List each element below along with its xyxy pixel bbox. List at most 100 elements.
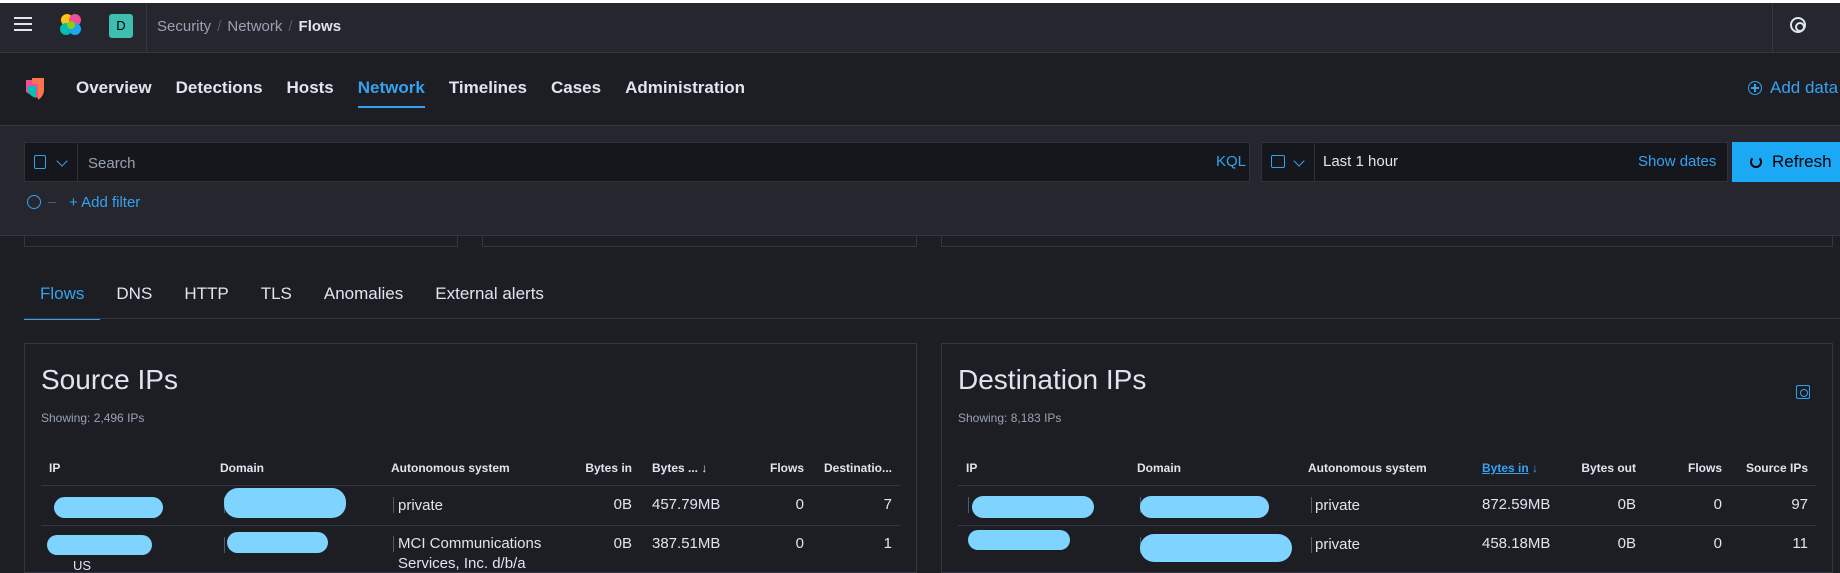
column-ip[interactable]: IP: [49, 461, 60, 475]
nav-administration[interactable]: Administration: [625, 78, 745, 108]
tab-external-alerts[interactable]: External alerts: [419, 278, 560, 312]
flows-cell: 0: [1713, 535, 1722, 552]
redacted-ip: [47, 535, 152, 555]
column-bytes-in[interactable]: Bytes in ↓: [1482, 461, 1538, 475]
nav-network[interactable]: Network: [357, 78, 425, 108]
quick-date-button[interactable]: [1261, 142, 1315, 182]
sort-arrow-down-icon: ↓: [701, 461, 708, 475]
breadcrumb-network[interactable]: Network: [227, 18, 282, 35]
column-destination-ips[interactable]: Destinatio...: [816, 461, 892, 475]
redacted-domain: [227, 532, 328, 553]
source-ips-cell: 97: [1791, 496, 1808, 513]
panel-edge: [482, 235, 917, 247]
panel-edge: [24, 235, 458, 247]
header-divider: [1772, 3, 1773, 52]
redacted-ip: [54, 497, 163, 518]
cell-tick: [393, 536, 394, 552]
nav-detections[interactable]: Detections: [176, 78, 263, 108]
sort-arrow-down-icon: ↓: [1532, 461, 1539, 475]
network-tabs: Flows DNS HTTP TLS Anomalies External al…: [24, 278, 560, 320]
breadcrumb-separator: /: [288, 18, 293, 35]
column-domain[interactable]: Domain: [220, 461, 264, 475]
saved-query-button[interactable]: [24, 142, 78, 182]
column-domain[interactable]: Domain: [1137, 461, 1181, 475]
column-bytes-out-label: Bytes ...: [652, 461, 699, 475]
tab-flows[interactable]: Flows: [24, 278, 101, 320]
destination-ips-cell: 7: [883, 496, 892, 513]
add-data-button[interactable]: Add data: [1748, 78, 1838, 98]
redacted-domain: [1140, 496, 1269, 518]
plus-circle-icon: [1748, 81, 1762, 95]
table-row-divider: [958, 525, 1816, 526]
flows-cell: 0: [795, 496, 804, 513]
destination-ips-cell: 1: [883, 535, 892, 552]
help-icon[interactable]: [1790, 17, 1806, 33]
nav-hosts[interactable]: Hosts: [287, 78, 334, 108]
destination-ips-title: Destination IPs: [958, 364, 1147, 395]
filter-options-icon[interactable]: [27, 195, 41, 209]
calendar-icon: [1271, 155, 1285, 168]
kql-language-toggle[interactable]: KQL: [1216, 153, 1246, 170]
header-divider: [146, 3, 147, 52]
column-autonomous-system[interactable]: Autonomous system: [1308, 461, 1427, 475]
column-flows[interactable]: Flows: [1660, 461, 1722, 475]
source-ips-count: Showing: 2,496 IPs: [41, 411, 145, 425]
column-bytes-in[interactable]: Bytes in: [560, 461, 632, 475]
breadcrumb-separator: /: [217, 18, 222, 35]
breadcrumb: Security / Network / Flows: [157, 18, 341, 35]
column-ip[interactable]: IP: [966, 461, 977, 475]
redacted-ip: [972, 496, 1094, 518]
main-nav: Overview Detections Hosts Network Timeli…: [76, 78, 769, 108]
nav-timelines[interactable]: Timelines: [449, 78, 527, 108]
as-cell[interactable]: private: [1315, 497, 1360, 514]
cell-tick: [224, 537, 225, 553]
column-bytes-out[interactable]: Bytes out: [1570, 461, 1636, 475]
breadcrumb-security[interactable]: Security: [157, 18, 211, 35]
bytes-in-cell: 458.18MB: [1482, 535, 1551, 552]
cell-tick: [968, 497, 969, 513]
column-source-ips[interactable]: Source IPs: [1736, 461, 1808, 475]
as-cell[interactable]: MCI Communications: [398, 535, 541, 552]
tab-tls[interactable]: TLS: [245, 278, 308, 312]
add-filter-button[interactable]: + Add filter: [69, 194, 140, 211]
refresh-label: Refresh: [1772, 152, 1832, 171]
filter-divider: [48, 202, 56, 203]
tab-dns[interactable]: DNS: [100, 278, 168, 312]
date-range-text[interactable]: Last 1 hour: [1323, 153, 1398, 170]
column-flows[interactable]: Flows: [740, 461, 804, 475]
column-bytes-in-label: Bytes in: [1482, 461, 1529, 475]
bytes-out-cell: 457.79MB: [652, 496, 721, 513]
flows-cell: 0: [795, 535, 804, 552]
elastic-logo-icon[interactable]: [58, 12, 84, 38]
bytes-in-cell: 0B: [613, 535, 632, 552]
flows-cell: 0: [1713, 496, 1722, 513]
cell-tick: [393, 497, 394, 513]
bytes-out-cell: 0B: [1617, 496, 1636, 513]
column-bytes-out[interactable]: Bytes ... ↓: [652, 461, 707, 475]
bytes-out-cell: 0B: [1617, 535, 1636, 552]
bytes-out-cell: 387.51MB: [652, 535, 721, 552]
as-cell[interactable]: private: [398, 497, 443, 514]
bytes-in-cell: 0B: [613, 496, 632, 513]
column-autonomous-system[interactable]: Autonomous system: [391, 461, 510, 475]
as-cell[interactable]: private: [1315, 536, 1360, 553]
add-data-label: Add data: [1770, 78, 1839, 97]
menu-icon[interactable]: [14, 17, 32, 31]
cell-tick: [1311, 497, 1312, 513]
space-avatar[interactable]: D: [109, 14, 133, 38]
nav-cases[interactable]: Cases: [551, 78, 601, 108]
search-input[interactable]: [86, 150, 1190, 176]
redacted-ip: [968, 530, 1070, 550]
source-ips-title: Source IPs: [41, 364, 178, 395]
show-dates-button[interactable]: Show dates: [1638, 153, 1716, 170]
nav-overview[interactable]: Overview: [76, 78, 152, 108]
refresh-button[interactable]: Refresh: [1732, 142, 1840, 182]
tabs-divider: [24, 318, 1840, 319]
tab-anomalies[interactable]: Anomalies: [308, 278, 419, 312]
bytes-in-cell: 872.59MB: [1482, 496, 1551, 513]
redacted-domain: [224, 488, 346, 518]
tab-http[interactable]: HTTP: [168, 278, 244, 312]
inspect-icon[interactable]: [1796, 385, 1810, 399]
country-cell: US: [73, 558, 92, 573]
refresh-icon: [1750, 156, 1762, 168]
